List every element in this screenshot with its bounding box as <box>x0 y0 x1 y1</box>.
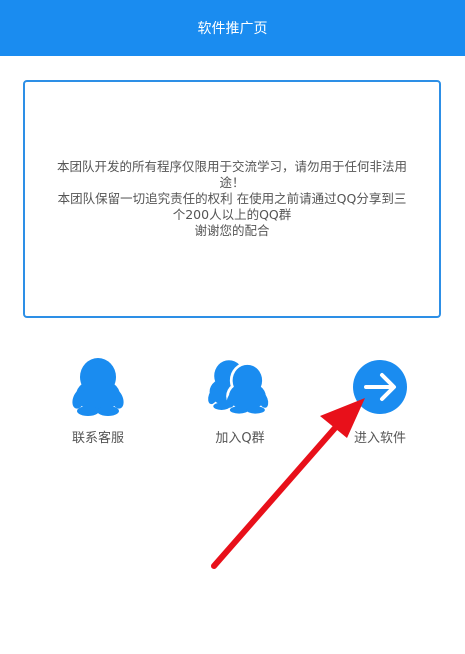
notice-line: 个200人以上的QQ群 <box>172 207 292 222</box>
arrow-right-circle-icon <box>345 355 415 417</box>
notice-line: 途！ <box>219 175 245 190</box>
notice-box: 本团队开发的所有程序仅限用于交流学习，请勿用于任何非法用 途！ 本团队保留一切追… <box>23 80 441 318</box>
enter-software-button[interactable]: 进入软件 <box>325 355 435 450</box>
contact-support-label: 联系客服 <box>71 431 124 446</box>
header-bar: 软件推广页 <box>0 0 465 56</box>
join-qq-group-label: 加入Q群 <box>215 431 265 446</box>
join-qq-group-button[interactable]: 加入Q群 <box>185 355 295 450</box>
notice-line: 本团队开发的所有程序仅限用于交流学习，请勿用于任何非法用 <box>56 159 407 174</box>
notice-line: 本团队保留一切追究责任的权利 在使用之前请通过QQ分享到三 <box>57 191 407 206</box>
qq-penguin-icon <box>63 355 133 417</box>
page-title: 软件推广页 <box>197 21 268 37</box>
contact-support-button[interactable]: 联系客服 <box>43 355 153 450</box>
qq-group-icon <box>205 355 275 417</box>
enter-software-label: 进入软件 <box>353 431 406 446</box>
notice-line: 谢谢您的配合 <box>194 223 270 238</box>
